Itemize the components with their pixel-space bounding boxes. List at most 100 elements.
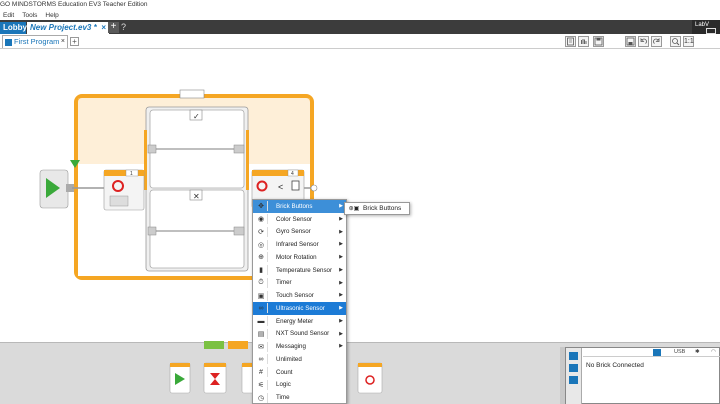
hardware-page: USB ✱ ◠ No Brick Connected xyxy=(565,347,720,404)
wait-block[interactable]: 1 xyxy=(103,169,145,211)
brick-info-tab-icon[interactable] xyxy=(569,352,578,360)
project-tab-bar: Lobby New Project.ev3 * × + ? xyxy=(0,20,720,34)
undo-icon[interactable] xyxy=(638,36,649,47)
menu-item-touch-sensor[interactable]: ▣ Touch Sensor ▶ xyxy=(253,289,346,302)
program-icon xyxy=(5,38,12,46)
tab-project-label: New Project.ev3 * xyxy=(30,23,97,32)
hardware-header: USB ✱ ◠ xyxy=(583,348,720,357)
menu-item-timer[interactable]: ⏱ Timer ▶ xyxy=(253,277,346,290)
window-title: GO MINDSTORMS Education EV3 Teacher Edit… xyxy=(0,1,148,8)
save-icon[interactable] xyxy=(593,36,604,47)
program-tab-label: First Program xyxy=(14,37,60,46)
motor-rotation-icon: ⊕ xyxy=(255,252,268,263)
energy-meter-icon: ▬ xyxy=(255,316,268,327)
zoom-out-icon[interactable] xyxy=(670,36,681,47)
menu-item-energy-meter[interactable]: ▬ Energy Meter ▶ xyxy=(253,315,346,328)
messaging-icon: ✉ xyxy=(255,341,268,352)
menu-help[interactable]: Help xyxy=(42,11,63,20)
chevron-right-icon: ▶ xyxy=(339,266,343,273)
start-block[interactable] xyxy=(39,169,74,209)
chevron-right-icon: ▶ xyxy=(339,343,343,350)
menu-item-time[interactable]: ◷ Time xyxy=(253,391,346,404)
color-sensor-icon: ◉ xyxy=(255,214,268,225)
chevron-right-icon: ▶ xyxy=(339,228,343,235)
menu-item-brick-buttons[interactable]: ✥ Brick Buttons ▶ xyxy=(253,200,346,213)
programming-canvas[interactable]: 1 4 < ✓ ✕ xyxy=(0,50,720,340)
chevron-right-icon: ▶ xyxy=(339,203,343,209)
logic-icon: ⚟ xyxy=(255,379,268,390)
comment-icon[interactable] xyxy=(565,36,576,47)
menu-item-infrared-sensor[interactable]: ◎ Infrared Sensor ▶ xyxy=(253,238,346,251)
program-diagram: 1 4 < ✓ ✕ xyxy=(39,89,318,280)
temperature-sensor-icon: ▮ xyxy=(255,265,268,276)
menu-item-unlimited[interactable]: ∞ Unlimited xyxy=(253,353,346,366)
ultrasonic-sensor-icon: ∞ xyxy=(255,303,268,314)
svg-text:✓: ✓ xyxy=(193,112,200,121)
chevron-right-icon: ▶ xyxy=(339,215,343,222)
count-icon: # xyxy=(255,367,268,378)
svg-text:1: 1 xyxy=(130,171,133,177)
tab-project[interactable]: New Project.ev3 * × xyxy=(27,22,109,34)
brick-buttons-submenu: ⊛▣ Brick Buttons xyxy=(344,202,410,215)
menu-item-gyro-sensor[interactable]: ⟳ Gyro Sensor ▶ xyxy=(253,226,346,239)
palette-start-block[interactable] xyxy=(169,362,191,394)
chevron-right-icon: ▶ xyxy=(339,305,343,311)
port-view-tab-icon[interactable] xyxy=(569,364,578,372)
labview-button[interactable]: LabV xyxy=(692,20,720,34)
palette-switch-block[interactable] xyxy=(357,362,383,394)
menu-item-logic[interactable]: ⚟ Logic xyxy=(253,379,346,392)
submenu-item-brick-buttons[interactable]: Brick Buttons xyxy=(363,205,401,212)
connection-icon xyxy=(653,349,661,356)
help-button[interactable]: ? xyxy=(121,22,129,33)
menu-item-motor-rotation[interactable]: ⊕ Motor Rotation ▶ xyxy=(253,251,346,264)
timer-icon: ⏱ xyxy=(255,277,268,288)
svg-text:<: < xyxy=(278,182,283,192)
chevron-right-icon: ▶ xyxy=(339,292,343,299)
tab-lobby[interactable]: Lobby xyxy=(0,22,27,34)
add-project-button[interactable]: + xyxy=(108,22,119,33)
brick-buttons-icon: ✥ xyxy=(255,201,268,212)
program-tab-bar: First Program × + 1:1 xyxy=(0,34,720,49)
chevron-right-icon: ▶ xyxy=(339,317,343,324)
menu-item-color-sensor[interactable]: ◉ Color Sensor ▶ xyxy=(253,213,346,226)
title-bar: GO MINDSTORMS Education EV3 Teacher Edit… xyxy=(0,0,720,11)
menu-bar: Edit Tools Help xyxy=(0,11,720,20)
menu-edit[interactable]: Edit xyxy=(0,11,19,20)
touch-sensor-icon: ▣ xyxy=(255,290,268,301)
svg-text:4: 4 xyxy=(291,171,294,177)
svg-text:✕: ✕ xyxy=(193,192,200,201)
hardware-side-tabs xyxy=(566,348,582,404)
time-icon: ◷ xyxy=(255,392,268,403)
menu-tools[interactable]: Tools xyxy=(19,11,42,20)
pan-hand-icon[interactable] xyxy=(578,36,589,47)
brick-buttons-mode-icon: ⊛▣ xyxy=(348,206,360,212)
save-project-icon[interactable] xyxy=(625,36,636,47)
chevron-right-icon: ▶ xyxy=(339,330,343,337)
zoom-reset-button[interactable]: 1:1 xyxy=(683,36,694,47)
nxt-sound-sensor-icon: ▤ xyxy=(255,328,268,339)
infrared-sensor-icon: ◎ xyxy=(255,239,268,250)
loop-counter xyxy=(179,89,205,99)
close-icon[interactable]: × xyxy=(101,23,106,33)
redo-icon[interactable] xyxy=(651,36,662,47)
menu-item-nxt-sound-sensor[interactable]: ▤ NXT Sound Sensor ▶ xyxy=(253,328,346,341)
sensor-mode-menu: ✥ Brick Buttons ▶ ◉ Color Sensor ▶ ⟳ Gyr… xyxy=(252,199,347,404)
palette-wait-block[interactable] xyxy=(203,362,227,394)
gyro-sensor-icon: ⟳ xyxy=(255,226,268,237)
chevron-right-icon: ▶ xyxy=(339,279,343,286)
close-icon[interactable]: × xyxy=(61,36,65,48)
menu-item-messaging[interactable]: ✉ Messaging ▶ xyxy=(253,340,346,353)
bluetooth-icon: ✱ xyxy=(695,349,700,355)
menu-item-count[interactable]: # Count xyxy=(253,366,346,379)
menu-item-ultrasonic-sensor[interactable]: ∞ Ultrasonic Sensor ▶ xyxy=(253,302,346,315)
switch-false-case[interactable] xyxy=(149,189,245,269)
menu-item-temperature-sensor[interactable]: ▮ Temperature Sensor ▶ xyxy=(253,264,346,277)
chevron-right-icon: ▶ xyxy=(339,254,343,260)
unlimited-icon: ∞ xyxy=(255,354,268,365)
wifi-icon: ◠ xyxy=(711,349,716,355)
add-program-button[interactable]: + xyxy=(70,37,79,46)
available-bricks-tab-icon[interactable] xyxy=(569,376,578,384)
switch-block[interactable] xyxy=(145,106,249,272)
usb-label: USB xyxy=(674,349,686,355)
tab-first-program[interactable]: First Program × xyxy=(2,35,68,48)
